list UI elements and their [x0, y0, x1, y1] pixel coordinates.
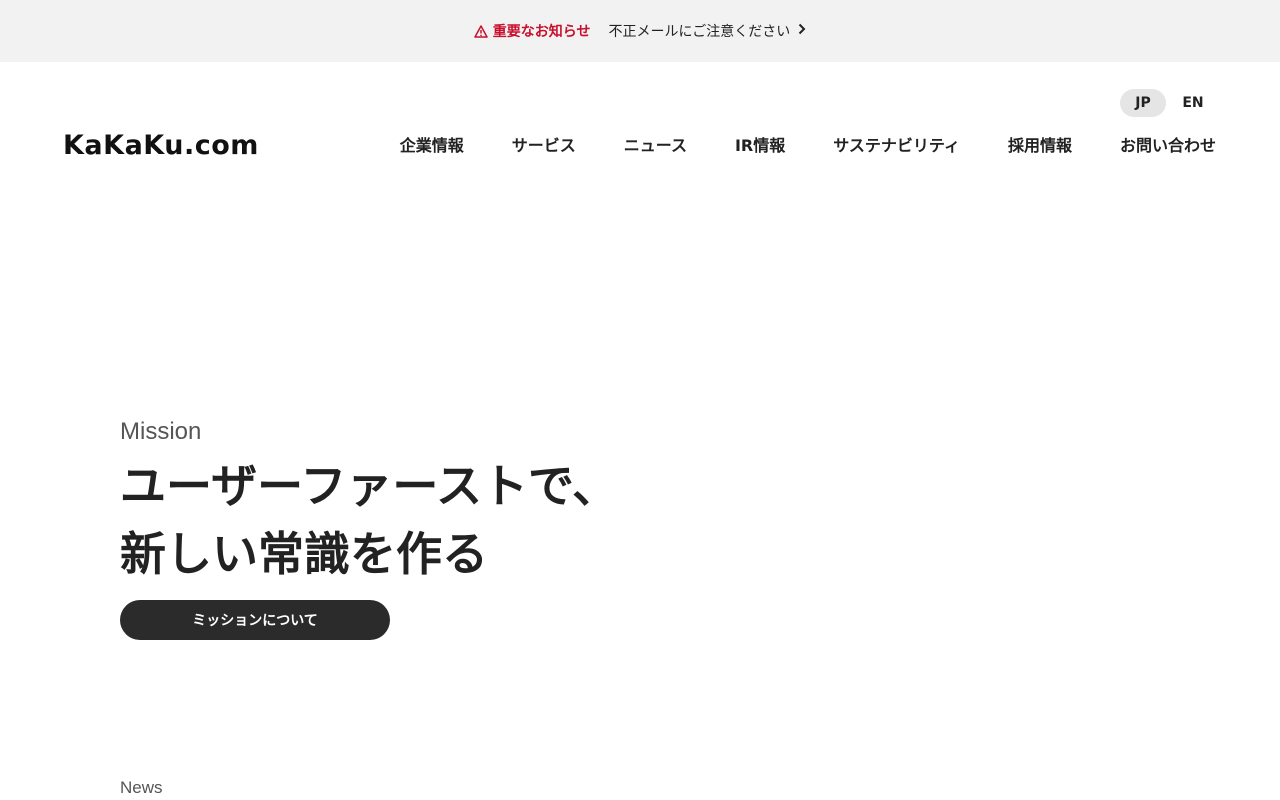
nav-item-company[interactable]: 企業情報	[400, 132, 464, 156]
hero-title-line2: 新しい常識を作る	[120, 527, 488, 581]
important-notice-bar: 重要なお知らせ 不正メールにご注意ください	[0, 0, 1280, 62]
nav-item-ir[interactable]: IR情報	[735, 132, 785, 156]
mission-hero: Mission ユーザーファーストで、 新しい常識を作る ミッションについて	[120, 418, 618, 640]
news-section-label: News	[120, 778, 163, 797]
nav-item-services[interactable]: サービス	[512, 132, 576, 156]
warning-icon	[474, 24, 488, 38]
nav-item-news[interactable]: ニュース	[624, 132, 687, 156]
notice-label-text: 重要なお知らせ	[492, 24, 591, 40]
site-header: KaKaKu.com JP EN 企業情報 サービス ニュース IR情報 サステ…	[0, 62, 1280, 182]
lang-en-button[interactable]: EN	[1170, 89, 1216, 117]
notice-message: 不正メールにご注意ください	[608, 24, 791, 40]
hero-title: ユーザーファーストで、 新しい常識を作る	[120, 452, 618, 588]
mission-button[interactable]: ミッションについて	[120, 600, 390, 640]
notice-link[interactable]: 不正メールにご注意ください	[609, 21, 807, 41]
main-nav: 企業情報 サービス ニュース IR情報 サステナビリティ 採用情報 お問い合わせ	[400, 132, 1216, 156]
hero-eyebrow: Mission	[120, 418, 202, 445]
nav-item-sustainability[interactable]: サステナビリティ	[833, 132, 960, 156]
nav-item-contact[interactable]: お問い合わせ	[1120, 132, 1216, 156]
kakaku-logo[interactable]: KaKaKu.com	[63, 130, 259, 161]
chevron-right-icon	[798, 23, 806, 39]
nav-item-careers[interactable]: 採用情報	[1008, 132, 1072, 156]
hero-title-line1: ユーザーファーストで、	[120, 459, 619, 513]
notice-label: 重要なお知らせ	[474, 21, 591, 41]
language-switch: JP EN	[1120, 89, 1216, 117]
lang-jp-button[interactable]: JP	[1120, 89, 1166, 117]
